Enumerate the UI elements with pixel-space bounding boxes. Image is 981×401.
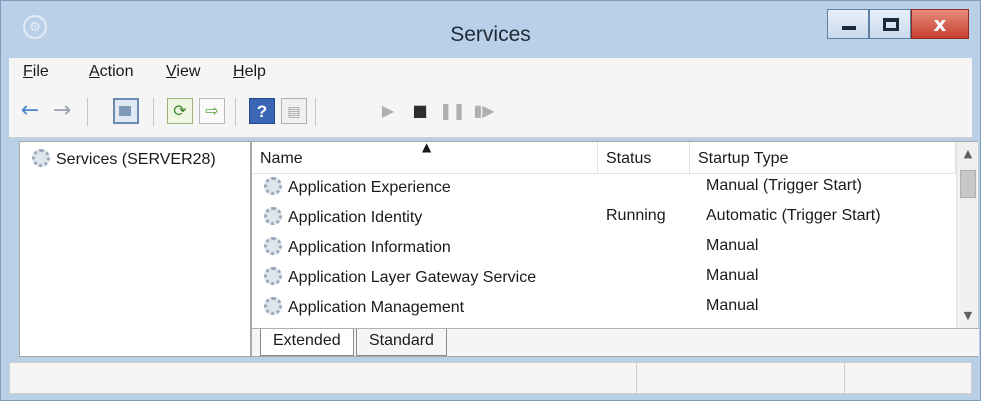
column-header-name[interactable]: Name ▲ [252,142,598,174]
service-name-cell: Application Management [264,297,464,317]
table-row[interactable]: Application Information Manual [252,234,956,264]
pause-service-icon[interactable]: ❚❚ [439,98,466,124]
service-name: Application Experience [288,179,451,196]
service-gear-icon [264,297,282,315]
minimize-icon [842,26,856,30]
toolbar-separator [315,98,316,126]
status-divider [844,363,845,393]
status-bar [9,362,972,394]
column-header-startup-label: Startup Type [698,150,789,167]
service-startup-type: Manual [706,267,759,284]
forward-icon[interactable]: → [49,98,75,124]
scroll-down-icon[interactable]: ▼ [957,306,979,326]
service-gear-icon [264,177,282,195]
service-name-cell: Application Identity [264,207,422,227]
menu-help[interactable]: Help [233,63,266,81]
table-row[interactable]: Application Management Manual [252,294,956,324]
service-gear-icon [264,237,282,255]
tab-extended[interactable]: Extended [260,329,354,356]
service-startup-type: Manual [706,237,759,254]
services-list: Name ▲ Status Startup Type Application E… [252,142,956,328]
restart-service-icon[interactable]: ▮▶ [471,98,497,124]
column-header-startup-type[interactable]: Startup Type [690,142,956,174]
menu-bar: File Action View Help [9,58,972,88]
service-name-cell: Application Experience [264,177,451,197]
table-row[interactable]: Application Layer Gateway Service Manual [252,264,956,294]
toolbar-separator [87,98,88,126]
services-gear-icon [32,149,50,167]
toolbar-separator [153,98,154,126]
maximize-icon [883,18,899,31]
back-icon[interactable]: ← [17,98,43,124]
column-header-status[interactable]: Status [598,142,690,174]
toolbar-separator [235,98,236,126]
vertical-scrollbar[interactable]: ▲ ▼ [956,142,978,328]
close-icon: x [933,12,947,36]
column-header-name-label: Name [260,150,303,167]
console-tree-pane: Services (SERVER28) [19,141,251,357]
service-name-cell: Application Information [264,237,451,257]
minimize-button[interactable] [827,9,869,39]
tree-node-label: Services (SERVER28) [56,151,216,168]
title-bar[interactable]: ⚙ Services x [1,1,980,57]
services-list-pane: Name ▲ Status Startup Type Application E… [251,141,979,357]
table-row[interactable]: Application Experience Manual (Trigger S… [252,174,956,204]
help-icon[interactable]: ? [249,98,275,124]
status-divider [636,363,637,393]
service-name: Application Management [288,299,465,316]
service-startup-type: Manual [706,297,759,314]
service-name: Application Layer Gateway Service [288,269,537,286]
service-startup-type: Automatic (Trigger Start) [706,207,881,224]
scroll-up-icon[interactable]: ▲ [957,144,979,164]
refresh-icon[interactable]: ⟳ [167,98,193,124]
sort-ascending-icon: ▲ [422,142,432,154]
service-name: Application Identity [288,209,423,226]
export-list-icon[interactable]: ⇨ [199,98,225,124]
toolbar: ← → ⟳ ⇨ ? ▤ ▶ ■ ❚❚ ▮▶ [9,88,972,138]
service-name: Application Information [288,239,451,256]
show-hide-console-tree-icon[interactable] [113,98,139,124]
service-name-cell: Application Layer Gateway Service [264,267,536,287]
stop-service-icon[interactable]: ■ [407,98,433,124]
scrollbar-thumb[interactable] [960,170,976,198]
service-gear-icon [264,267,282,285]
service-status: Running [606,207,666,224]
menu-file[interactable]: File [23,63,49,81]
service-gear-icon [264,207,282,225]
table-row[interactable]: Application Identity Running Automatic (… [252,204,956,234]
column-header-status-label: Status [606,150,652,167]
menu-view[interactable]: View [166,63,200,81]
menu-action[interactable]: Action [89,63,133,81]
service-startup-type: Manual (Trigger Start) [706,177,862,194]
tab-standard[interactable]: Standard [356,329,447,356]
maximize-button[interactable] [869,9,911,39]
close-button[interactable]: x [911,9,969,39]
services-window: ⚙ Services x File Action View Help ← → ⟳… [0,0,981,401]
start-service-icon[interactable]: ▶ [375,98,401,124]
view-tabs: Extended Standard [252,328,979,356]
tree-node-services[interactable]: Services (SERVER28) [32,149,216,169]
properties-icon[interactable]: ▤ [281,98,307,124]
